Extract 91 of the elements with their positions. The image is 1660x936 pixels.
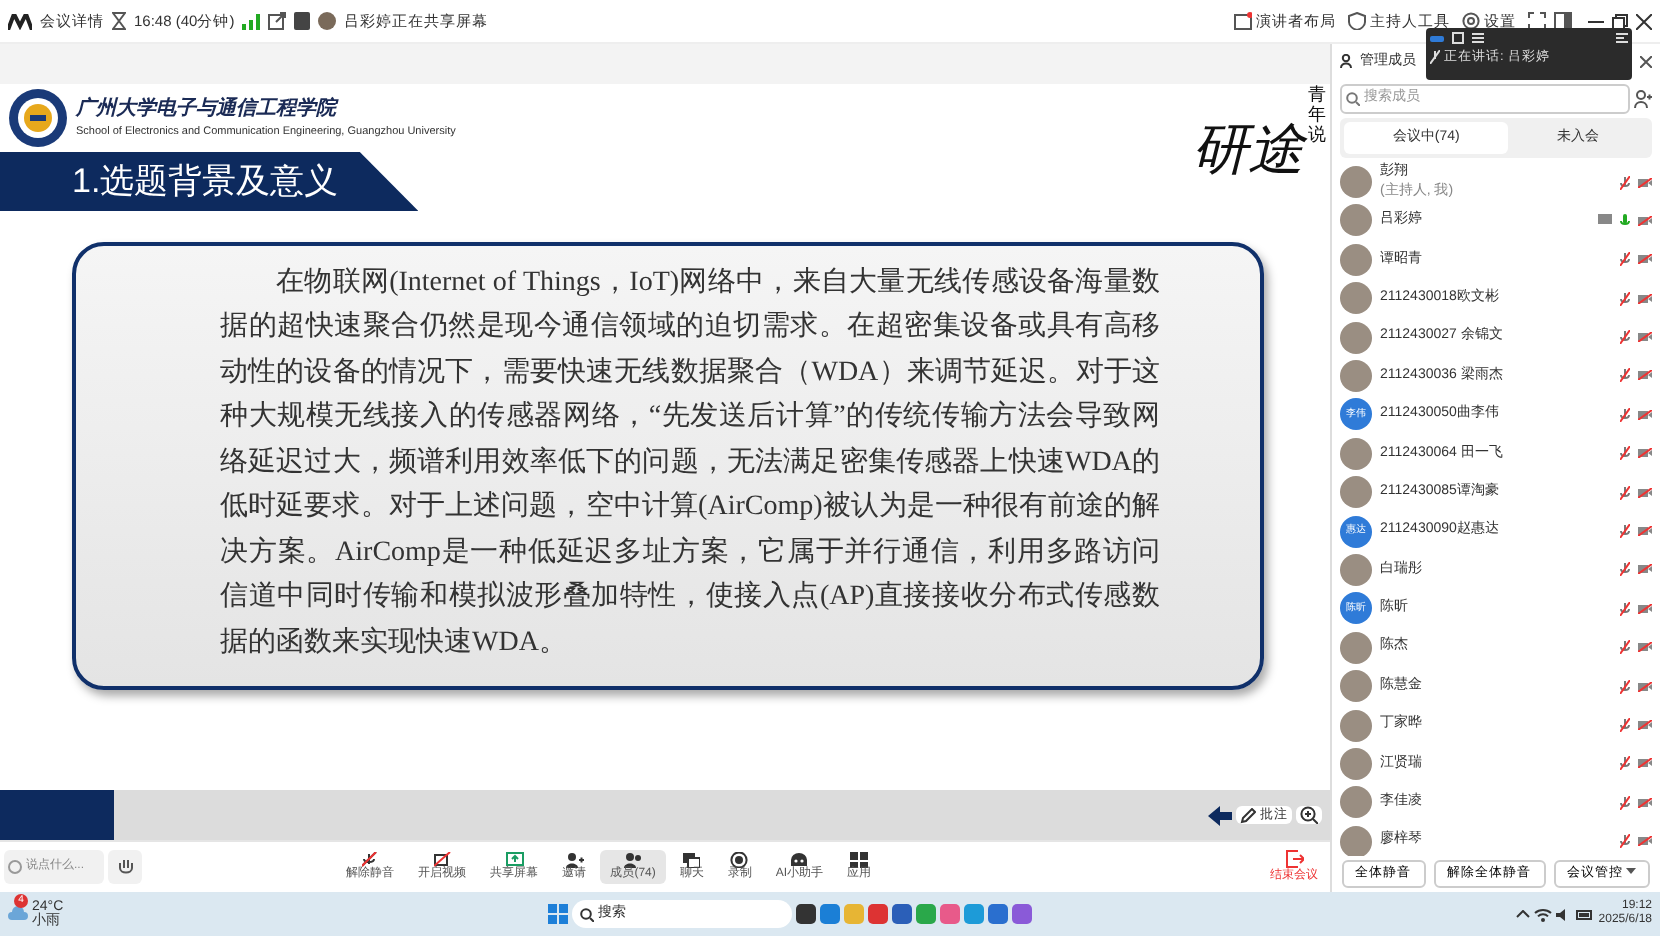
video-off-icon [1638, 720, 1652, 730]
wifi-icon[interactable] [1534, 907, 1553, 921]
slide-title: 1.选题背景及意义 [0, 152, 419, 211]
video-off-icon [1638, 487, 1652, 498]
avatar-photo-placeholder [1340, 359, 1372, 392]
meeting-logo-icon [8, 13, 32, 29]
gallery-icon[interactable] [1452, 32, 1464, 44]
pencil-icon [1240, 807, 1256, 823]
layout-icon [1234, 12, 1252, 30]
avatar-photo-placeholder [1340, 670, 1372, 703]
video-off-icon [1638, 758, 1652, 769]
paint-app-icon[interactable] [1011, 904, 1032, 924]
exit-icon [1285, 849, 1303, 867]
meeting-app-icon[interactable] [987, 904, 1008, 924]
search-icon [579, 907, 594, 921]
video-off-icon [1638, 642, 1652, 653]
zoom-button[interactable] [1296, 806, 1322, 824]
task-view-icon[interactable] [795, 904, 816, 924]
share-screen-icon [505, 852, 524, 869]
chat-icon [682, 852, 701, 869]
speaker-view-icon[interactable] [1430, 35, 1444, 41]
start-menu-icon[interactable] [547, 904, 568, 924]
avatar-photo-placeholder [1340, 631, 1372, 664]
fullscreen-icon[interactable] [1528, 12, 1546, 30]
hourglass-icon [112, 12, 126, 30]
members-icon [1340, 54, 1356, 69]
video-off-icon [1638, 836, 1652, 847]
brand-subtitle: 青年说 [1308, 88, 1326, 148]
app-icon[interactable] [939, 904, 960, 924]
zoom-in-icon [1300, 806, 1318, 824]
avatar-photo-placeholder [1340, 321, 1372, 354]
battery-icon[interactable] [1576, 909, 1595, 919]
smiley-icon [8, 860, 22, 874]
search-icon [1346, 91, 1360, 106]
settings-icon [1462, 12, 1480, 30]
share-link-icon[interactable] [268, 12, 287, 30]
word-icon[interactable] [891, 904, 912, 924]
collapse-icon[interactable] [1616, 32, 1628, 44]
members-icon [624, 852, 643, 869]
avatar-photo-placeholder [1340, 166, 1372, 199]
raise-hand-button[interactable] [108, 850, 142, 884]
list-view-icon[interactable] [1472, 32, 1484, 44]
avatar-photo-placeholder [1340, 709, 1372, 741]
avatar-photo-placeholder [1340, 437, 1372, 470]
avatar-photo-placeholder [1340, 476, 1372, 509]
hand-icon [117, 858, 133, 876]
video-off-icon [1638, 177, 1652, 188]
video-off-icon [1638, 797, 1652, 808]
robot-icon [790, 852, 809, 869]
avatar-photo-placeholder [1340, 553, 1372, 586]
office-app-icon[interactable] [867, 904, 888, 924]
restore-icon[interactable] [1612, 13, 1628, 29]
video-off-icon [1638, 254, 1652, 265]
close-icon[interactable] [1636, 13, 1652, 29]
brand-calligraphy: 研途 [1192, 114, 1304, 186]
avatar-photo-placeholder [1340, 204, 1372, 237]
signal-icon [242, 13, 261, 29]
muted-mic-icon [1430, 50, 1440, 65]
document-icon[interactable] [294, 12, 311, 30]
invite-icon [565, 852, 584, 869]
sidebar-toggle-icon[interactable] [1554, 12, 1572, 30]
avatar-photo-placeholder [1340, 747, 1372, 780]
chevron-up-icon[interactable] [1516, 910, 1531, 918]
video-off-icon [1638, 293, 1652, 304]
video-off-icon [1638, 526, 1652, 537]
avatar-photo-placeholder [1340, 825, 1372, 855]
slide-footer-bar [0, 790, 114, 840]
video-off-icon [1638, 370, 1652, 381]
video-off-icon [1638, 448, 1652, 459]
avatar-photo-placeholder [1340, 786, 1372, 819]
user-avatar-icon [318, 12, 337, 30]
close-icon[interactable] [1640, 55, 1652, 68]
avatar-photo-placeholder [1340, 243, 1372, 276]
avatar-photo-placeholder [1340, 282, 1372, 315]
add-member-icon[interactable] [1634, 89, 1652, 108]
video-off-icon [1638, 681, 1652, 692]
video-off-icon [1638, 332, 1652, 343]
caret-icon [1626, 868, 1637, 875]
video-off-icon [1638, 409, 1652, 420]
weather-cloud-icon [8, 903, 28, 920]
apps-icon [850, 852, 869, 869]
record-icon [730, 852, 749, 869]
back-arrow-icon[interactable] [1208, 805, 1232, 825]
muted-mic-icon [361, 852, 380, 869]
video-off-icon [1638, 603, 1652, 614]
shield-icon [1348, 12, 1366, 30]
slide-paragraph: 在物联网(Internet of Things，IoT)网络中，来自大量无线传感设备海量数据的超快速聚合仍然是现今通信领域的迫切需求。在超密集设备或具有高移动性的设备的情况下，需要快速无线数据聚合（WDA）来调节延迟。对于这种大规模无线接入的传感器网络，“先发送后计算”的传统传输方法会导致网络延迟过大，频谱利用效率低下的问题，无法满足密集传感器上快速WDA的低时延要求。对于上述问题，空中计算(AirComp)被认为是一种很有前途的解决方案。AirComp是一种低延迟多址方案，它属于并行通信，利用多路访问信道中同时传输和模拟波形叠加特性，使接入点(AP)直接接收分布式传感数据的函数来实现快速WDA。 [220, 265, 1160, 661]
video-off-icon [433, 852, 452, 869]
video-off-icon [1638, 215, 1652, 226]
school-name: 广州大学电子与通信工程学院 [76, 95, 341, 125]
video-off-icon [1638, 564, 1652, 575]
